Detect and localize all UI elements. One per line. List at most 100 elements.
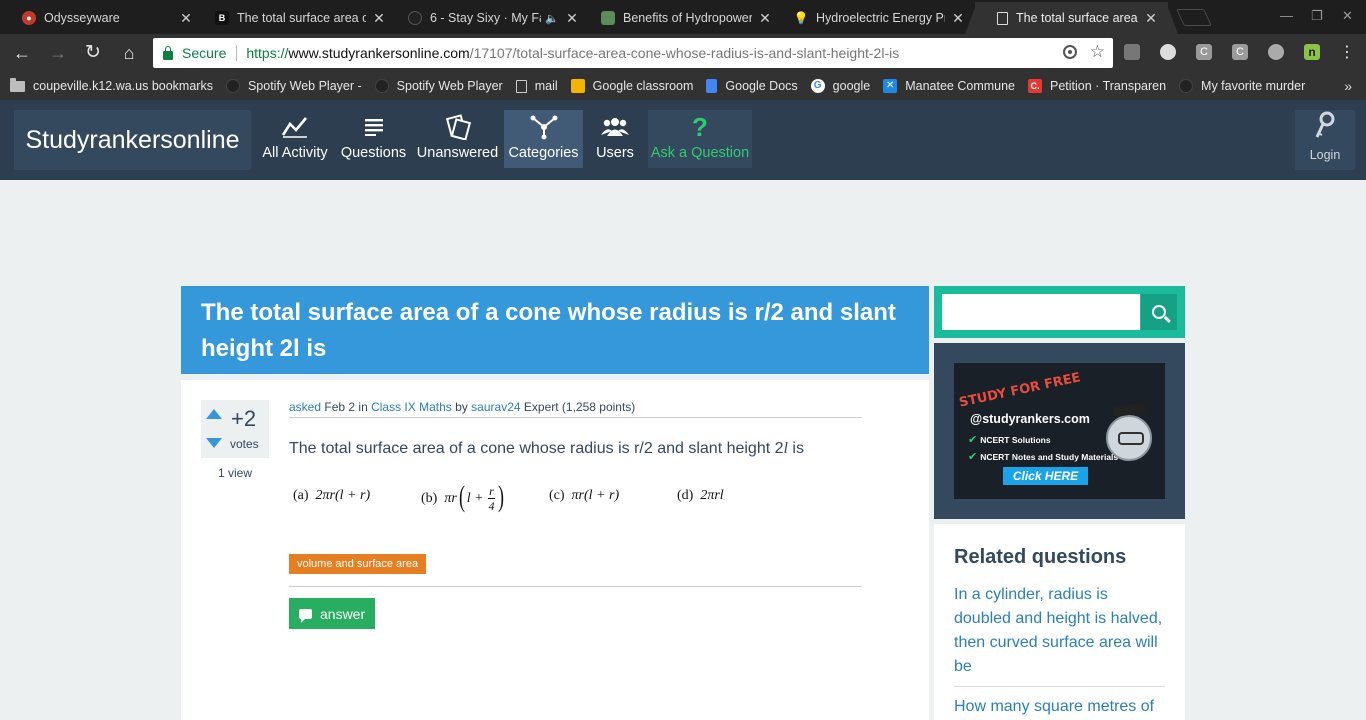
- login-button[interactable]: Login: [1295, 110, 1355, 170]
- ad-cta-button[interactable]: Click HERE: [1003, 467, 1088, 485]
- document-icon: [515, 79, 527, 93]
- chevron-double-right-icon[interactable]: »: [1344, 78, 1352, 94]
- question-body: +2 votes 1 view asked Feb 2 in Class IX …: [181, 380, 929, 720]
- classroom-icon: [570, 79, 585, 93]
- tag-volume-and-surface-area[interactable]: volume and surface area: [289, 554, 427, 574]
- bookmark-google[interactable]: Ggoogle: [810, 79, 870, 93]
- nav-categories[interactable]: Categories: [504, 110, 583, 168]
- vote-down-icon[interactable]: [206, 438, 222, 448]
- tree-icon: [529, 113, 559, 141]
- speaker-icon[interactable]: 🔈: [545, 12, 559, 25]
- address-bar[interactable]: Secure https:// www.studyrankersonline.c…: [153, 38, 1113, 68]
- browser-tab-strip: ● Odysseyware ✕ B The total surface area…: [0, 0, 1366, 34]
- close-icon[interactable]: ✕: [372, 10, 386, 27]
- tab-title: Hydroelectric Energy Pro: [816, 11, 945, 25]
- view-count: 1 view: [217, 466, 252, 480]
- tab-spotify[interactable]: 6 - Stay Sixy · My Fav 🔈 ✕: [386, 2, 589, 34]
- related-title: Related questions: [954, 546, 1127, 568]
- choice-d: (d) 2πrl: [677, 488, 724, 503]
- bookmark-petition[interactable]: C. Petition · Transparen: [1028, 79, 1166, 93]
- browser-toolbar: ← → ↻ ⌂ Secure https:// www.studyrankers…: [0, 34, 1366, 72]
- globe-icon: [601, 11, 615, 25]
- tab-title: The total surface area of: [1016, 11, 1138, 25]
- nav-users[interactable]: Users: [587, 110, 643, 168]
- spotify-icon: [225, 79, 240, 93]
- related-question-link[interactable]: In a cylinder, radius is doubled and hei…: [954, 583, 1165, 687]
- bookmark-google-docs[interactable]: Google Docs: [706, 79, 798, 93]
- bookmark-manatee[interactable]: ✕ Manatee Commune: [883, 79, 1015, 93]
- nav-ask-question[interactable]: ? Ask a Question: [648, 110, 752, 168]
- extension-icon[interactable]: C: [1196, 44, 1212, 60]
- tab-hydropower[interactable]: Benefits of Hydropower ✕: [579, 2, 782, 34]
- check-icon: ✔: [968, 434, 978, 446]
- brainly-icon: B: [215, 11, 229, 25]
- list-icon: [364, 113, 384, 141]
- ad-headline: STUDY FOR FREE: [957, 370, 1082, 411]
- close-icon[interactable]: ✕: [179, 10, 193, 27]
- cards-icon: [445, 113, 471, 141]
- extension-icon[interactable]: [1268, 44, 1284, 60]
- choice-c: (c) πr(l + r): [549, 488, 620, 503]
- folder-icon: [10, 77, 25, 92]
- close-icon[interactable]: ✕: [1144, 10, 1158, 27]
- reload-icon[interactable]: ↻: [82, 42, 104, 64]
- change-icon: C.: [1028, 79, 1042, 93]
- home-icon[interactable]: ⌂: [118, 42, 140, 64]
- choice-b: (b) πr(l + r 4): [421, 480, 504, 514]
- tab-hydroelectric[interactable]: 💡 Hydroelectric Energy Pro ✕: [772, 2, 975, 34]
- location-icon[interactable]: [1063, 45, 1077, 59]
- extension-icon[interactable]: [1160, 44, 1176, 60]
- close-icon[interactable]: ✕: [951, 10, 965, 27]
- tab-brainly[interactable]: B The total surface area of ✕: [193, 2, 396, 34]
- search-icon: [1152, 305, 1166, 319]
- window-close-icon[interactable]: ✕: [1342, 8, 1353, 24]
- close-icon[interactable]: ✕: [758, 10, 772, 27]
- site-logo[interactable]: Studyrankersonline: [14, 110, 251, 170]
- bookmark-mail[interactable]: mail: [515, 79, 558, 93]
- extension-icon[interactable]: n: [1304, 44, 1320, 60]
- nav-questions[interactable]: Questions: [336, 110, 411, 168]
- minimize-icon[interactable]: —: [1280, 8, 1293, 23]
- maximize-icon[interactable]: ❐: [1311, 8, 1323, 24]
- related-question-link[interactable]: How many square metres of: [954, 695, 1165, 720]
- forward-arrow-icon[interactable]: →: [47, 42, 69, 64]
- extension-icon[interactable]: [1124, 44, 1140, 60]
- user-rank: Expert (1,258 points): [523, 400, 636, 414]
- site-header: Studyrankersonline All Activity Question…: [0, 100, 1366, 180]
- asked-link[interactable]: asked: [289, 400, 321, 414]
- search-input[interactable]: [942, 294, 1140, 330]
- url-path: /17107/total-surface-area-cone-whose-rad…: [469, 45, 900, 61]
- user-link[interactable]: saurav24: [471, 400, 520, 414]
- url-scheme: https://: [246, 45, 289, 61]
- extension-icon[interactable]: C: [1232, 44, 1248, 60]
- category-link[interactable]: Class IX Maths: [371, 400, 452, 414]
- lock-icon: [163, 45, 173, 60]
- search-button[interactable]: [1141, 294, 1177, 330]
- answer-button[interactable]: answer: [289, 598, 376, 629]
- menu-dots-icon[interactable]: ⋮: [1336, 42, 1358, 64]
- bookmark-coupeville[interactable]: coupeville.k12.wa.us bookmarks: [10, 77, 213, 93]
- bookmark-spotify-1[interactable]: Spotify Web Player -: [225, 79, 362, 93]
- tab-title: The total surface area of: [237, 11, 366, 25]
- vote-count: +2: [231, 406, 257, 431]
- tab-odysseyware[interactable]: ● Odysseyware ✕: [0, 2, 203, 34]
- vote-up-icon[interactable]: [206, 409, 222, 419]
- question-meta: asked Feb 2 in Class IX Maths by saurav2…: [289, 400, 862, 418]
- bulb-icon: 💡: [793, 11, 809, 25]
- close-icon[interactable]: ✕: [565, 10, 579, 27]
- spotify-icon: [408, 11, 422, 25]
- studyrankers-ad-banner[interactable]: STUDY FOR FREE @studyrankers.com ✔ NCERT …: [954, 363, 1165, 499]
- back-arrow-icon[interactable]: ←: [11, 42, 33, 64]
- activity-icon: [281, 113, 309, 141]
- spotify-icon: [374, 79, 389, 93]
- nav-unanswered[interactable]: Unanswered: [413, 110, 502, 168]
- bookmark-star-icon[interactable]: ☆: [1090, 42, 1105, 62]
- question-text: The total surface area of a cone whose r…: [289, 440, 804, 457]
- nav-all-activity[interactable]: All Activity: [256, 110, 334, 168]
- document-icon: [997, 11, 1008, 25]
- new-tab-button[interactable]: [1176, 9, 1212, 26]
- tab-active[interactable]: The total surface area of ✕: [965, 2, 1178, 34]
- bookmark-my-favorite-murder[interactable]: My favorite murder: [1179, 79, 1305, 93]
- bookmark-google-classroom[interactable]: Google classroom: [570, 79, 693, 93]
- bookmark-spotify-2[interactable]: Spotify Web Player: [374, 79, 503, 93]
